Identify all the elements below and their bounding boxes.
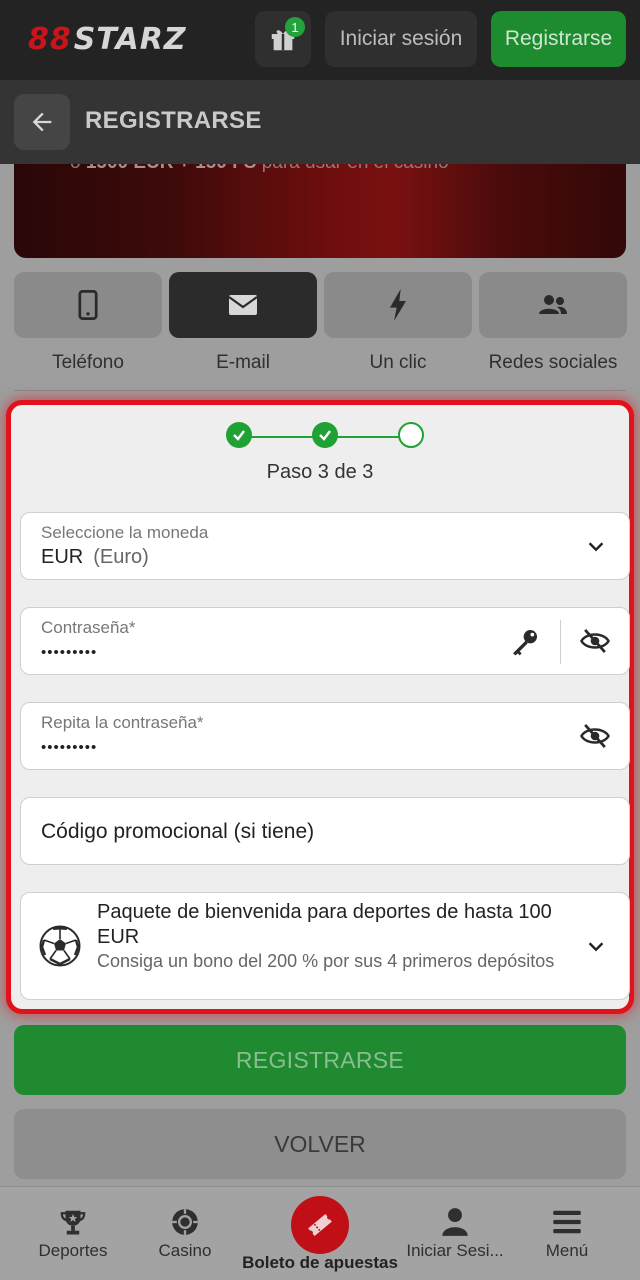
trophy-icon	[60, 1210, 86, 1235]
eye-slash-icon[interactable]	[579, 721, 611, 751]
register-top-button[interactable]: Registrarse	[491, 11, 626, 67]
page-header: REGISTRARSE	[0, 80, 640, 164]
nav-sports[interactable]: Deportes	[22, 1187, 124, 1280]
back-button[interactable]	[14, 94, 70, 150]
registration-form: Paso 3 de 3 Seleccione la moneda EUR (Eur…	[6, 400, 634, 1014]
chevron-down-icon	[588, 942, 604, 952]
key-icon[interactable]	[509, 626, 541, 658]
separator	[560, 620, 561, 664]
check-icon	[319, 430, 331, 441]
nav-sports-label: Deportes	[38, 1241, 108, 1260]
tab-one-click[interactable]	[324, 272, 472, 338]
nav-menu[interactable]: Menú	[526, 1187, 608, 1280]
currency-select[interactable]: Seleccione la moneda EUR (Euro)	[20, 512, 630, 580]
stepper-line	[329, 436, 405, 438]
top-bar: 88STARZ 1 Iniciar sesión Registrarse	[0, 0, 640, 80]
step-1-done	[226, 422, 252, 448]
nav-bet-slip-label[interactable]: Boleto de apuestas	[236, 1253, 404, 1273]
nav-login[interactable]: Iniciar Sesi...	[400, 1187, 510, 1280]
soccer-ball-icon	[39, 925, 81, 967]
phone-icon	[78, 290, 98, 320]
repeat-password-value: •••••••••	[41, 739, 98, 756]
tab-phone-label: Teléfono	[52, 352, 124, 373]
repeat-password-field[interactable]: Repita la contraseña* •••••••••	[20, 702, 630, 770]
bonus-select[interactable]: Paquete de bienvenida para deportes de h…	[20, 892, 630, 1000]
logo-mark: 88	[28, 22, 72, 57]
divider	[14, 390, 626, 391]
nav-bet-slip[interactable]	[291, 1196, 349, 1254]
tab-email-label: E-mail	[216, 352, 270, 373]
tab-email[interactable]	[169, 272, 317, 338]
users-icon	[539, 295, 567, 314]
nav-menu-label: Menú	[545, 1241, 589, 1260]
page-title: REGISTRARSE	[85, 107, 262, 134]
repeat-password-label: Repita la contraseña*	[41, 713, 204, 732]
nav-casino-label: Casino	[158, 1241, 212, 1260]
tab-phone[interactable]	[14, 272, 162, 338]
step-indicator-text: Paso 3 de 3	[266, 461, 374, 483]
back-text-button[interactable]: VOLVER	[14, 1109, 626, 1179]
bonus-title: Paquete de bienvenida para deportes de h…	[97, 901, 552, 948]
password-value: •••••••••	[41, 644, 98, 661]
step-2-done	[312, 422, 338, 448]
ticket-icon	[308, 1213, 332, 1237]
bonus-description: Consiga un bono del 200 % por sus 4 prim…	[97, 951, 555, 971]
password-field[interactable]: Contraseña* •••••••••	[20, 607, 630, 675]
tab-social-label: Redes sociales	[488, 352, 618, 373]
lightning-icon	[390, 289, 406, 321]
user-icon	[442, 1208, 468, 1236]
nav-casino[interactable]: Casino	[140, 1187, 230, 1280]
nav-login-label: Iniciar Sesi...	[406, 1241, 504, 1260]
gift-button[interactable]: 1	[255, 11, 311, 67]
tab-social[interactable]	[479, 272, 627, 338]
promo-code-placeholder: Código promocional (si tiene)	[41, 820, 315, 843]
brand-logo[interactable]: 88STARZ	[28, 22, 187, 57]
casino-chip-icon	[172, 1209, 198, 1235]
banner-text: o 1500 EUR + 150 FS para usar en el casi…	[70, 164, 449, 174]
chevron-down-icon	[588, 542, 604, 552]
hamburger-menu-icon	[553, 1210, 581, 1234]
envelope-icon	[228, 295, 258, 315]
arrow-left-icon	[32, 112, 52, 132]
check-icon	[233, 430, 245, 441]
login-button[interactable]: Iniciar sesión	[325, 11, 477, 67]
register-button[interactable]: REGISTRARSE	[14, 1025, 626, 1095]
currency-label: Seleccione la moneda	[41, 523, 209, 542]
currency-value: EUR (Euro)	[41, 546, 149, 568]
promo-banner: o 1500 EUR + 150 FS para usar en el casi…	[14, 164, 626, 258]
step-3-current	[398, 422, 424, 448]
promo-code-field[interactable]: Código promocional (si tiene)	[20, 797, 630, 865]
gift-count-badge: 1	[285, 17, 305, 37]
eye-slash-icon[interactable]	[579, 626, 611, 656]
tab-one-click-label: Un clic	[369, 352, 427, 373]
logo-text: STARZ	[73, 22, 187, 57]
password-label: Contraseña*	[41, 618, 136, 637]
